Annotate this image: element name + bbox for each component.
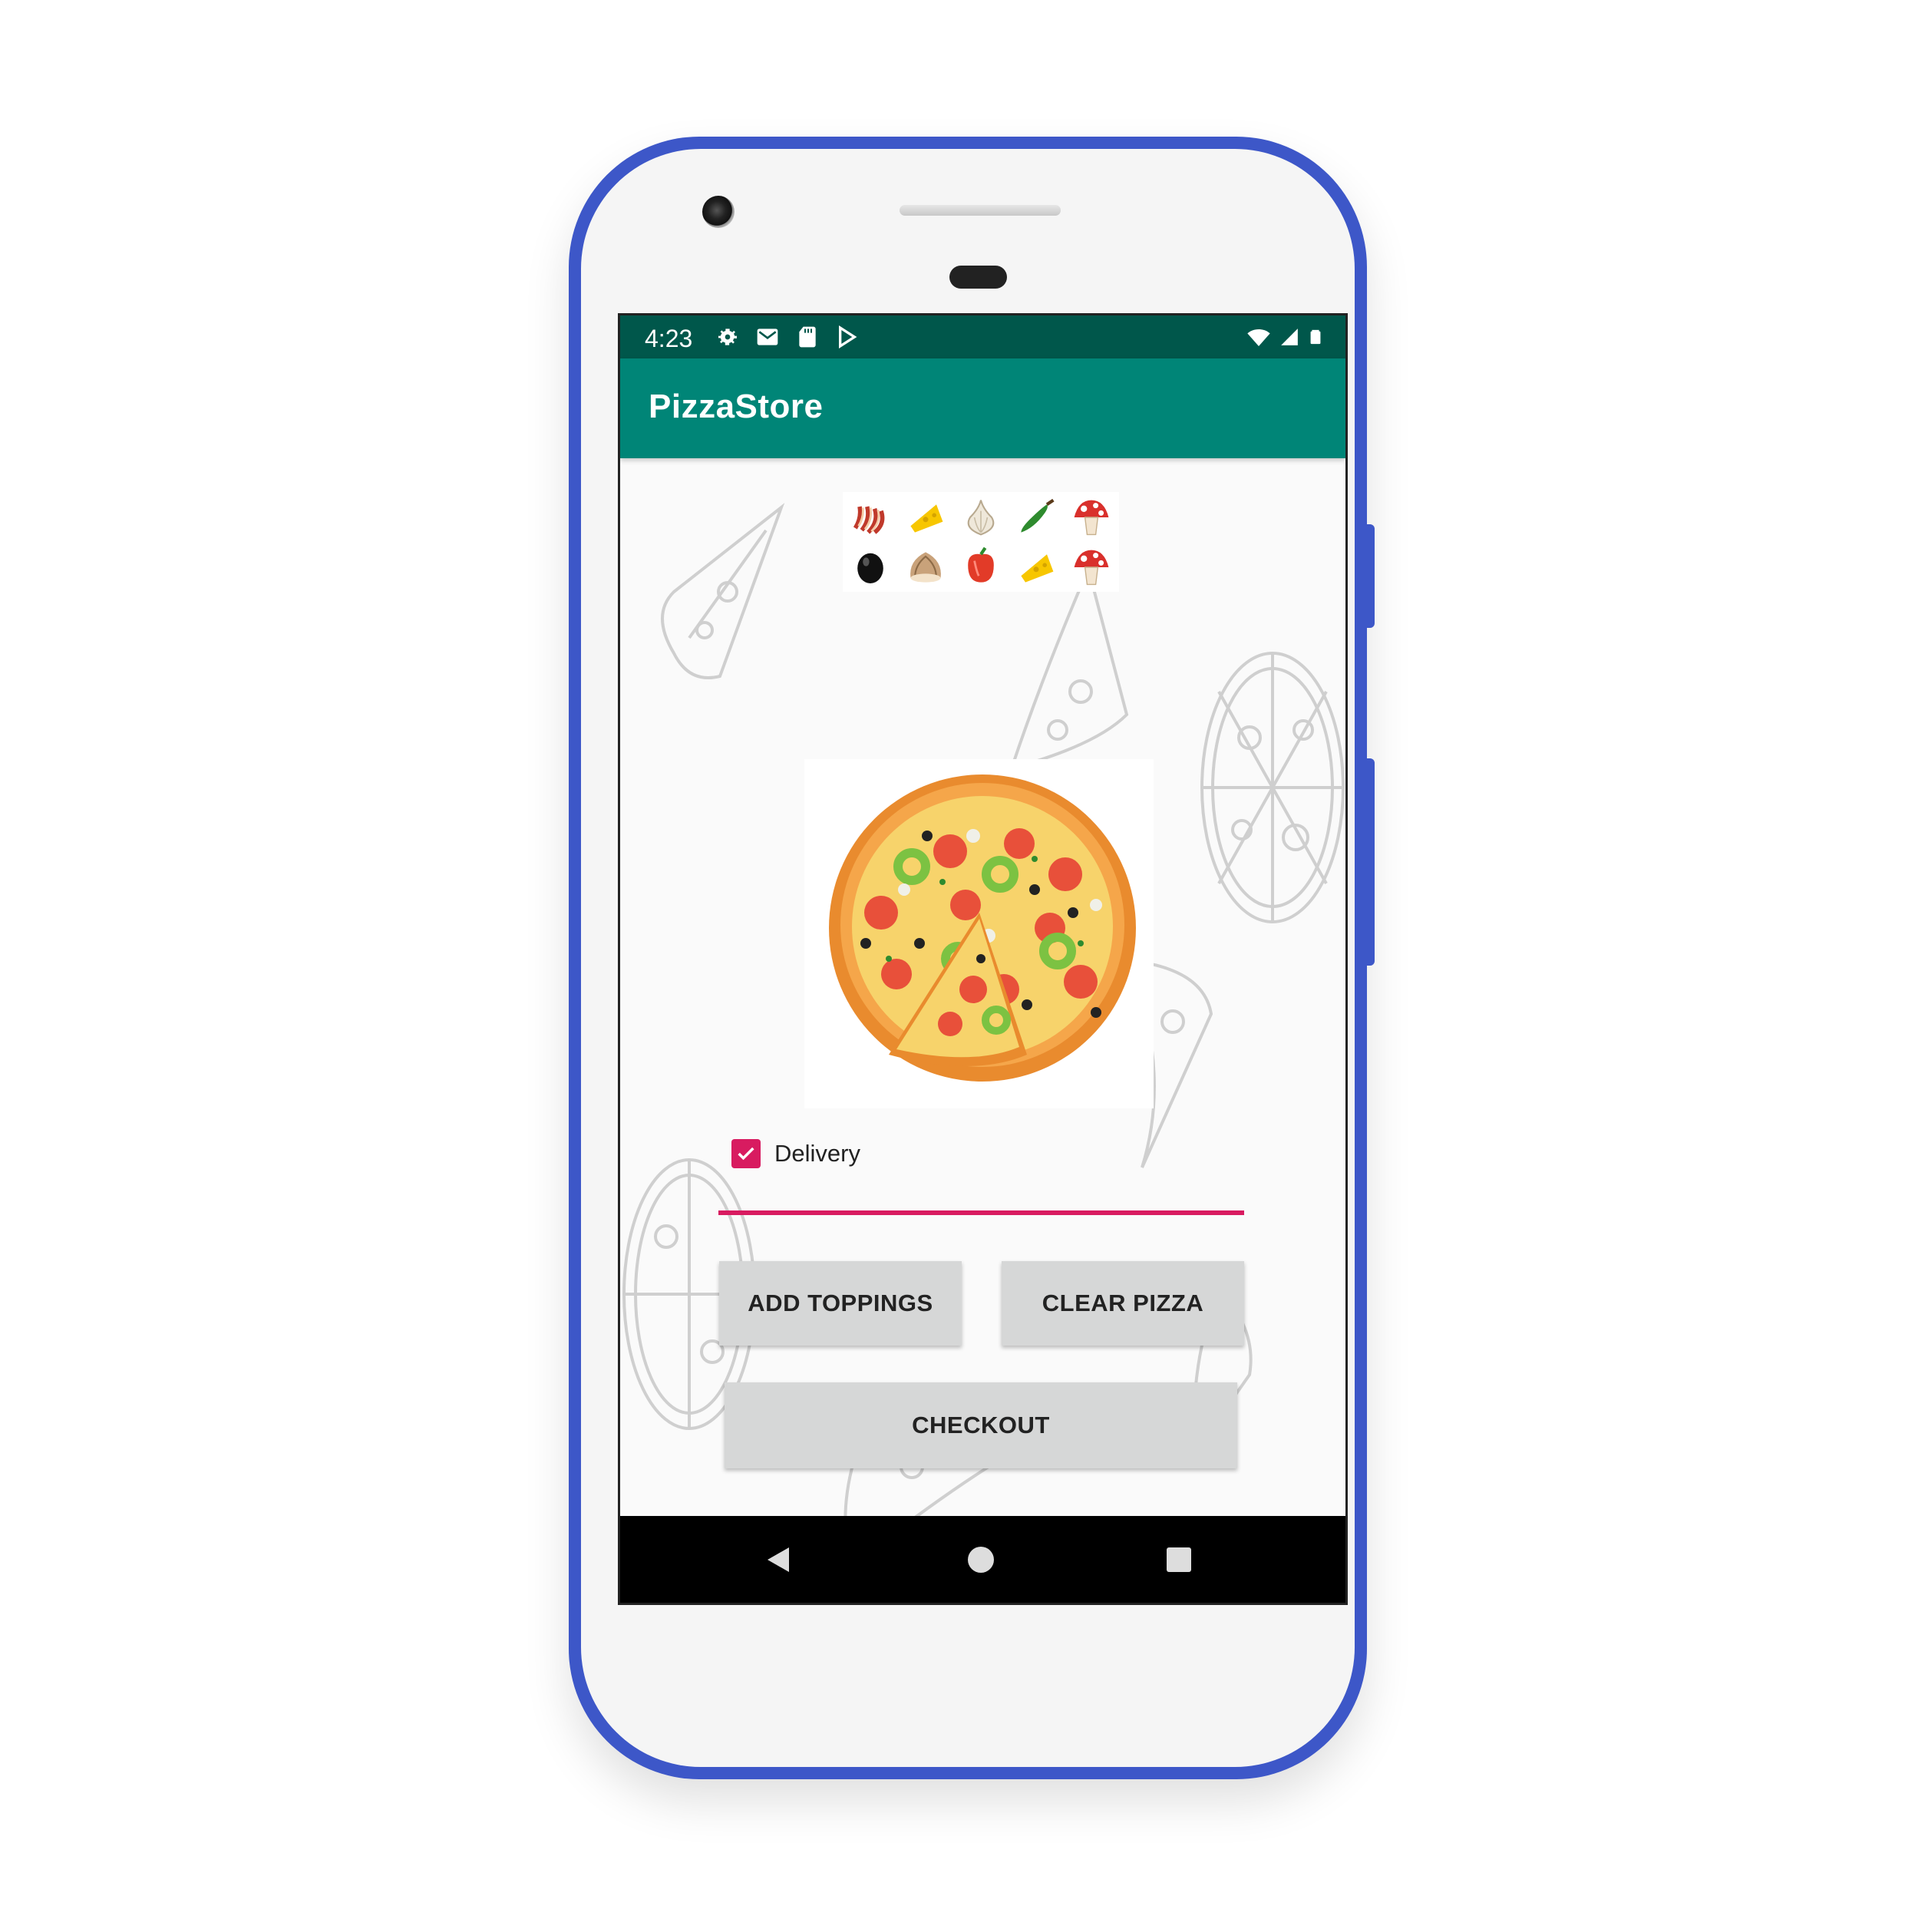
add-toppings-button[interactable]: ADD TOPPINGS	[719, 1261, 962, 1346]
jalapeno-icon	[1009, 492, 1064, 542]
battery-icon	[1310, 329, 1321, 345]
check-icon	[738, 1147, 754, 1161]
address-input-field[interactable]	[718, 1210, 1244, 1215]
system-navigation-bar	[620, 1516, 1345, 1603]
cell-signal-icon	[1281, 329, 1298, 345]
status-notification-icons	[715, 325, 860, 349]
gmail-icon	[757, 329, 778, 345]
status-bar: 4:23	[620, 315, 1345, 358]
clear-pizza-button[interactable]: CLEAR PIZZA	[1002, 1261, 1244, 1346]
background-pizza-sketch	[1009, 563, 1129, 771]
phone-bezel: 4:23 PizzaStore Delivery ADD TOPPINGS CL…	[581, 149, 1355, 1767]
delivery-checkbox-row[interactable]: Delivery	[731, 1132, 860, 1175]
toppings-image-grid	[843, 492, 1119, 592]
home-icon[interactable]	[966, 1544, 996, 1575]
cheese-icon	[898, 492, 953, 542]
mushroom-icon	[1064, 542, 1119, 592]
mushroom-icon	[1064, 492, 1119, 542]
volume-button	[1367, 758, 1375, 966]
background-pizza-sketch	[1200, 652, 1345, 923]
front-camera	[702, 196, 735, 228]
sd-card-icon	[799, 326, 816, 348]
status-system-icons	[1246, 325, 1324, 349]
background-pizza-sketch	[661, 503, 785, 679]
app-toolbar: PizzaStore	[620, 358, 1345, 458]
red-pepper-icon	[953, 542, 1009, 592]
checkout-button[interactable]: CHECKOUT	[725, 1382, 1237, 1468]
pizza-image	[804, 759, 1154, 1108]
delivery-checkbox[interactable]	[731, 1139, 761, 1168]
phone-frame: 4:23 PizzaStore Delivery ADD TOPPINGS CL…	[569, 137, 1375, 1779]
device-screen: 4:23 PizzaStore Delivery ADD TOPPINGS CL…	[618, 313, 1348, 1605]
cheese-icon	[1009, 542, 1064, 592]
onion-icon	[898, 542, 953, 592]
wifi-icon	[1247, 329, 1270, 346]
play-store-icon	[839, 325, 857, 349]
recents-icon[interactable]	[1165, 1544, 1193, 1575]
settings-gear-icon	[718, 329, 737, 345]
power-button	[1367, 524, 1375, 628]
delivery-label: Delivery	[774, 1140, 860, 1167]
back-icon[interactable]	[764, 1544, 792, 1575]
earpiece-speaker	[900, 205, 1061, 216]
app-title: PizzaStore	[649, 388, 824, 425]
bacon-icon	[843, 492, 898, 542]
pizza-illustration	[829, 774, 1136, 1082]
status-time: 4:23	[645, 325, 693, 352]
olive-icon	[843, 542, 898, 592]
proximity-sensor	[949, 266, 1007, 289]
garlic-icon	[953, 492, 1009, 542]
